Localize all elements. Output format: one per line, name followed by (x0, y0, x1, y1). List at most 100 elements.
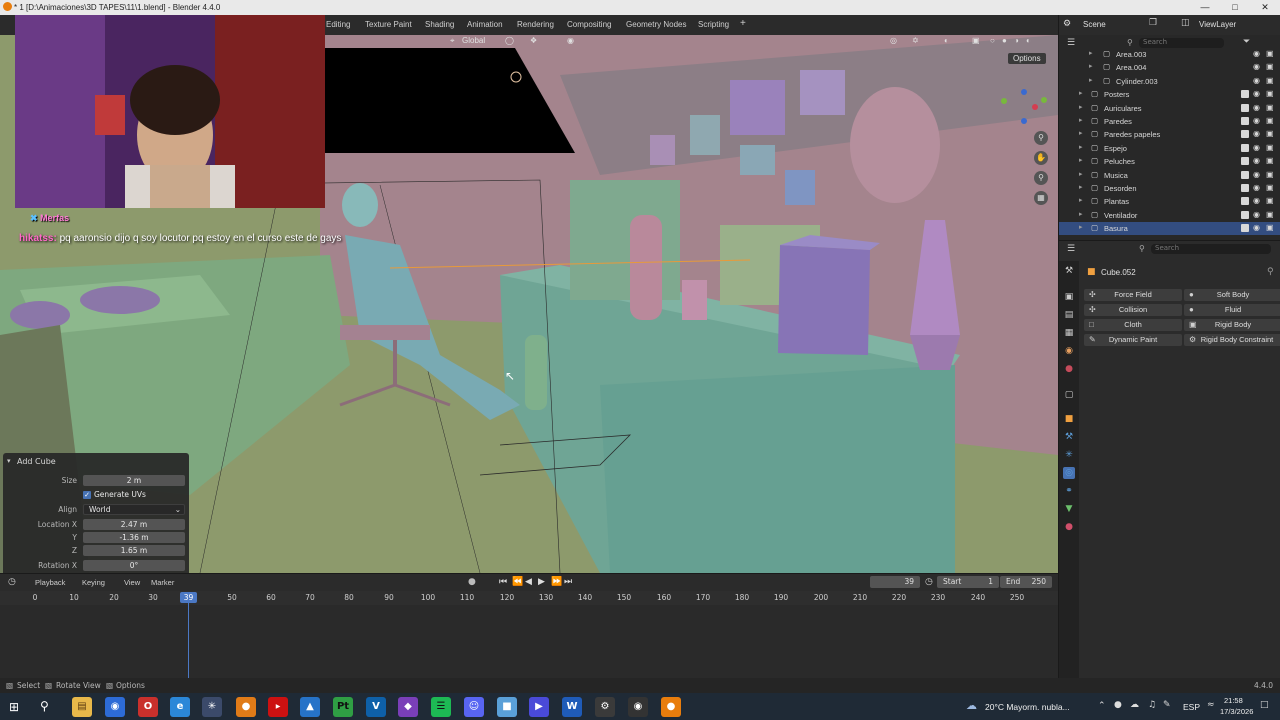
outliner-row[interactable]: ▸ ▢ Paredes papeles ◉ ▣ (1059, 128, 1280, 141)
camera-icon[interactable]: ▣ (1266, 143, 1274, 152)
playhead[interactable]: 39 (180, 592, 197, 603)
camera-icon[interactable]: ▣ (1266, 62, 1274, 71)
maximize-icon[interactable]: □ (1220, 0, 1250, 15)
expand-arrow-icon[interactable]: ▸ (1079, 223, 1083, 231)
expand-arrow-icon[interactable]: ▸ (1079, 210, 1083, 218)
camera-icon[interactable]: ▣ (1266, 156, 1274, 165)
outliner-row[interactable]: ▸ ▢ Peluches ◉ ▣ (1059, 155, 1280, 168)
outliner-editor-icon[interactable]: ☰ (1067, 38, 1075, 48)
pan-hand-icon[interactable]: ✋ (1034, 151, 1048, 165)
outliner-row[interactable]: ▸ ▢ Musica ◉ ▣ (1059, 169, 1280, 182)
outliner-row[interactable]: ▸ ▢ Ventilador ◉ ▣ (1059, 209, 1280, 222)
outliner-row[interactable]: ▸ ▢ Paredes ◉ ▣ (1059, 115, 1280, 128)
constraints-tab-icon[interactable]: ⚭ (1063, 485, 1075, 497)
exclude-checkbox[interactable] (1241, 117, 1249, 125)
weather-text[interactable]: 20°C Mayorm. nubla... (985, 702, 1070, 712)
transform-orientation-select[interactable]: Global (462, 36, 485, 45)
timeline-ruler[interactable]: 0 10 20 30 50 60 70 80 90 100 110 120 13… (0, 591, 1058, 605)
spotify-icon[interactable]: ☰ (431, 697, 451, 717)
tab-shading[interactable]: Shading (425, 20, 454, 29)
tool-tab-icon[interactable]: ⚒ (1063, 265, 1075, 277)
add-workspace-button[interactable]: + (740, 18, 746, 29)
timeline-body[interactable] (0, 605, 1058, 678)
location-z-field[interactable]: 1.65 m (83, 545, 185, 556)
obs-icon[interactable]: ● (236, 697, 256, 717)
force-field-button[interactable]: ✣ Force Field (1084, 289, 1182, 301)
app2-icon[interactable]: ◆ (398, 697, 418, 717)
expand-arrow-icon[interactable]: ▸ (1079, 196, 1083, 204)
windows-start-icon[interactable]: ⊞ (9, 700, 19, 714)
camera-icon[interactable]: ▣ (1266, 183, 1274, 192)
app3-icon[interactable]: ■ (497, 697, 517, 717)
eye-icon[interactable]: ◉ (1253, 62, 1260, 71)
eye-icon[interactable]: ◉ (1253, 116, 1260, 125)
proportional-edit-icon[interactable]: ◉ (567, 36, 574, 45)
app-icon[interactable]: ✳ (202, 697, 222, 717)
dynamic-paint-button[interactable]: ✎ Dynamic Paint (1084, 334, 1182, 346)
exclude-checkbox[interactable] (1241, 197, 1249, 206)
viewport-options-button[interactable]: Options (1008, 53, 1046, 64)
rendered-shading-icon[interactable]: ◐ (1026, 36, 1031, 45)
operator-panel-title[interactable]: Add Cube (17, 457, 56, 466)
start-frame-field[interactable]: Start 1 (937, 576, 999, 588)
camera-icon[interactable]: ▣ (1266, 89, 1274, 98)
record-icon[interactable]: ● (468, 577, 476, 587)
fluid-button[interactable]: ● Fluid (1184, 304, 1280, 316)
rigid-body-button[interactable]: ▣ Rigid Body (1184, 319, 1280, 331)
collection-tab-icon[interactable]: ▢ (1063, 389, 1075, 401)
tab-texture-paint[interactable]: Texture Paint (365, 20, 412, 29)
expand-arrow-icon[interactable]: ▸ (1089, 76, 1093, 84)
pin-icon[interactable]: ⚲ (1267, 267, 1274, 277)
exclude-checkbox[interactable] (1241, 143, 1249, 152)
outliner-search-input[interactable]: Search (1139, 38, 1224, 48)
eye-icon[interactable]: ◉ (1253, 223, 1260, 232)
photos-icon[interactable]: ▲ (300, 697, 320, 717)
properties-editor-icon[interactable]: ☰ (1067, 244, 1075, 254)
camera-icon[interactable]: ▣ (1266, 49, 1274, 58)
pivot-icon[interactable]: ◯ (505, 36, 514, 45)
eye-icon[interactable]: ◉ (1253, 143, 1260, 152)
blender-taskbar-icon[interactable]: ● (661, 697, 681, 717)
location-y-field[interactable]: -1.36 m (83, 532, 185, 543)
collision-button[interactable]: ✣ Collision (1084, 304, 1182, 316)
modifier-tab-icon[interactable]: ⚒ (1063, 431, 1075, 443)
expand-arrow-icon[interactable]: ▸ (1079, 170, 1083, 178)
chrome-icon[interactable]: ◉ (105, 697, 125, 717)
end-frame-field[interactable]: End 250 (1000, 576, 1052, 588)
expand-arrow-icon[interactable]: ▸ (1079, 129, 1083, 137)
camera-view-icon[interactable]: ⚲ (1034, 171, 1048, 185)
particles-tab-icon[interactable]: ✳ (1063, 449, 1075, 461)
file-explorer-icon[interactable]: ▤ (72, 697, 92, 717)
tab-geometry-nodes[interactable]: Geometry Nodes (626, 20, 686, 29)
volume-icon[interactable]: ♫ (1148, 700, 1156, 710)
eye-icon[interactable]: ◉ (1253, 103, 1260, 112)
pen-icon[interactable]: ✎ (1163, 700, 1171, 710)
outliner-row[interactable]: ▸ ▢ Desorden ◉ ▣ (1059, 182, 1280, 195)
discord-icon[interactable]: ☺ (464, 697, 484, 717)
wireframe-shading-icon[interactable]: ○ (990, 36, 995, 45)
view-menu[interactable]: View (124, 578, 140, 587)
object-tab-icon[interactable]: ■ (1063, 413, 1075, 425)
physics-tab-icon[interactable]: ◎ (1063, 467, 1075, 479)
overlays-icon[interactable]: ◐ (944, 36, 949, 45)
exclude-checkbox[interactable] (1241, 170, 1249, 179)
eye-icon[interactable]: ◉ (1253, 49, 1260, 58)
eye-icon[interactable]: ◉ (1253, 196, 1260, 205)
play-icon[interactable]: ▶ (538, 577, 545, 587)
data-tab-icon[interactable]: ▼ (1063, 503, 1075, 515)
expand-arrow-icon[interactable]: ▸ (1079, 143, 1083, 151)
rigid-body-constraint-button[interactable]: ⚙ Rigid Body Constraint (1184, 334, 1280, 346)
media-player-icon[interactable]: ▶ (529, 697, 549, 717)
language-indicator[interactable]: ESP (1183, 702, 1200, 712)
eye-icon[interactable]: ◉ (1253, 89, 1260, 98)
camera-icon[interactable]: ▣ (1266, 223, 1274, 232)
current-frame-field[interactable]: 39 (870, 576, 920, 588)
scene-tab-icon[interactable]: ◉ (1063, 345, 1075, 357)
align-select[interactable]: World ⌄ (83, 504, 185, 515)
camera-icon[interactable]: ▣ (1266, 103, 1274, 112)
tab-rendering[interactable]: Rendering (517, 20, 554, 29)
wifi-icon[interactable]: ≈ (1207, 700, 1215, 710)
size-field[interactable]: 2 m (83, 475, 185, 486)
expand-arrow-icon[interactable]: ▸ (1089, 49, 1093, 57)
cloud-icon[interactable]: ☁ (1130, 700, 1139, 710)
